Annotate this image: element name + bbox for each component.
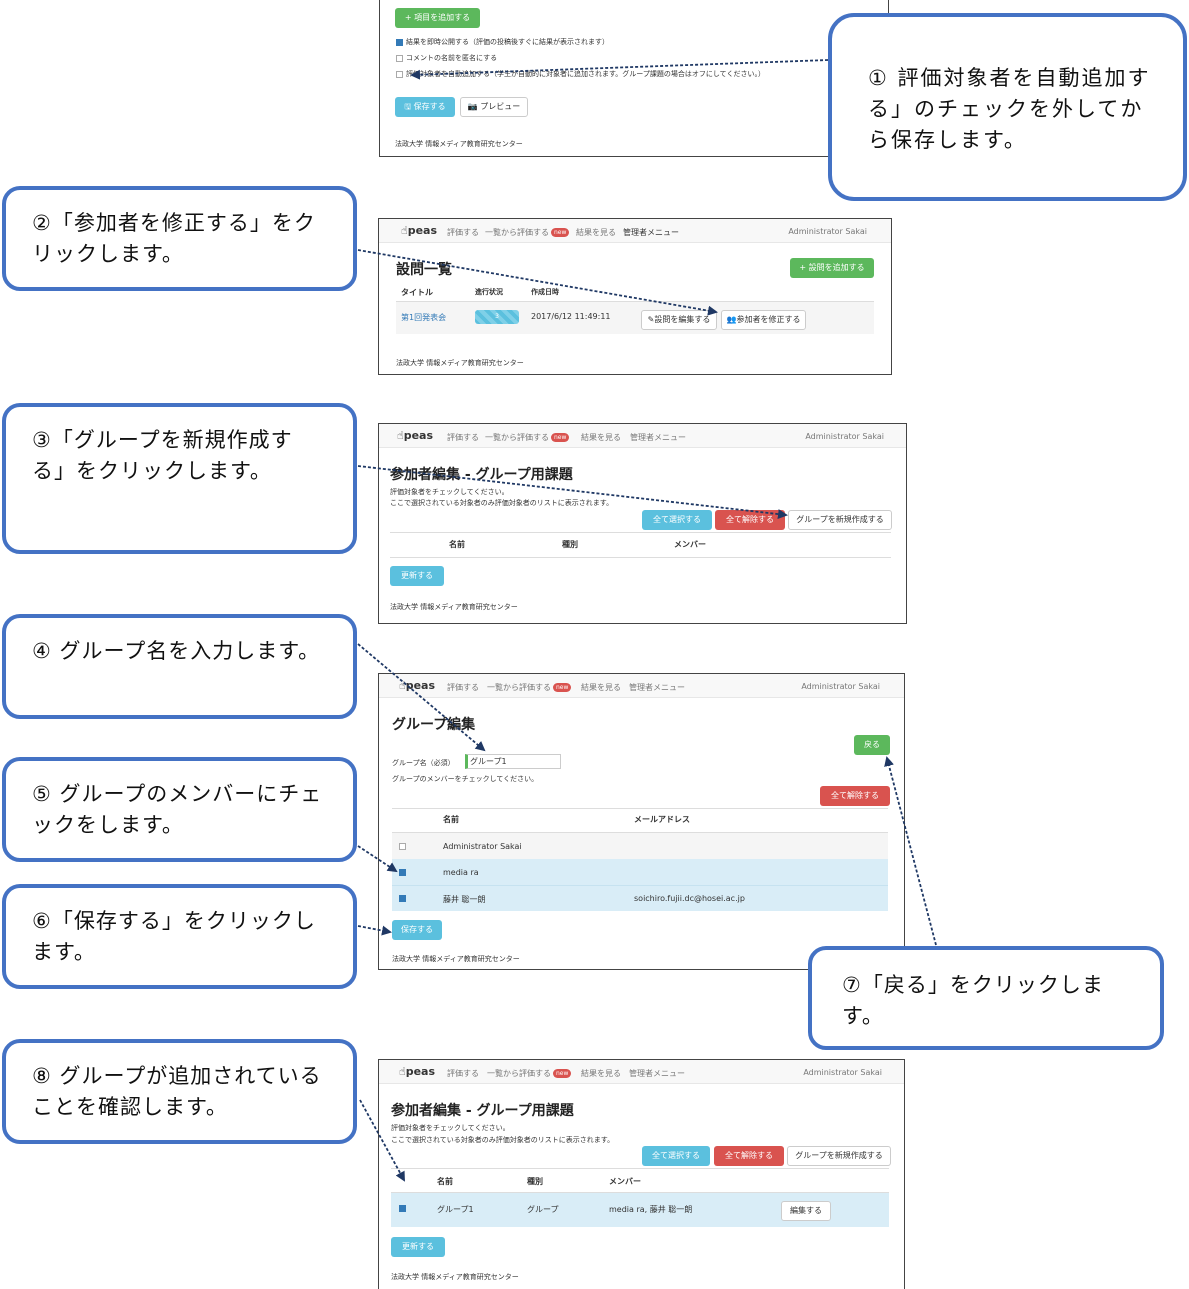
arrow-layer <box>357 59 937 1182</box>
arrow-step-7 <box>884 756 937 946</box>
arrow-step-8 <box>359 1099 405 1182</box>
arrow-step-1 <box>410 59 829 80</box>
arrow-step-3 <box>357 465 788 520</box>
arrow-step-5 <box>357 845 398 873</box>
arrow-step-4 <box>357 643 486 752</box>
arrow-step-2 <box>357 249 718 316</box>
arrow-step-6 <box>357 925 392 936</box>
